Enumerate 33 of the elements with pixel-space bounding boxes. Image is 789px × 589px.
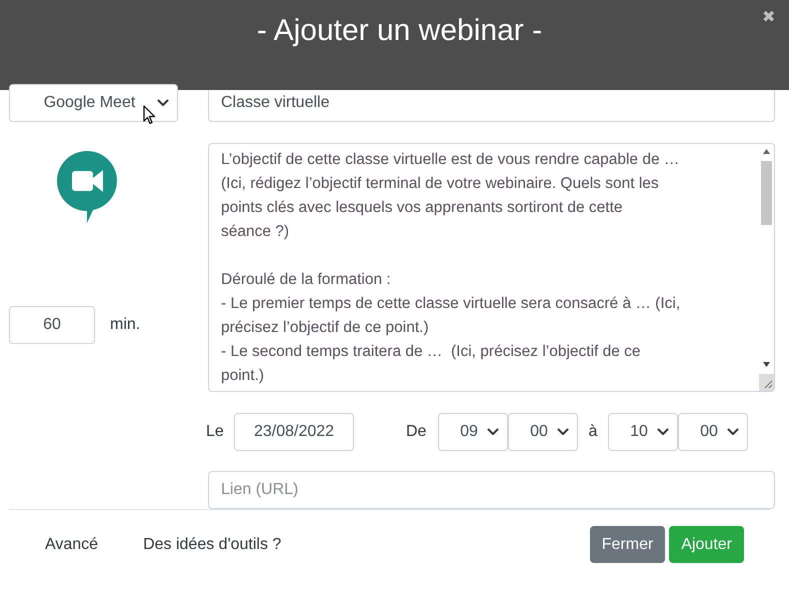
chevron-down-icon (727, 428, 739, 436)
video-camera-icon (56, 150, 118, 224)
to-label: à (588, 422, 598, 442)
minute-select[interactable]: 00 (508, 413, 578, 451)
chevron-down-icon (557, 428, 569, 436)
description-line: - Le second temps traitera de … (Ici, précisez l’objectif de ce (221, 342, 642, 362)
description-line: - Le premier temps de cette classe virtuelle sera consacré à … (Ici, (221, 294, 682, 314)
date-field[interactable]: 23/08/2022 (234, 413, 354, 451)
close-dialog-button[interactable]: Fermer (590, 526, 666, 563)
description-line: séance ?) (221, 222, 290, 242)
hour-select[interactable]: 09 (438, 413, 508, 451)
footer-link[interactable]: Des idées d'outils ? (143, 532, 282, 556)
description-line: précisez l’objectif de ce point.) (221, 318, 430, 338)
duration-unit: min. (110, 315, 140, 335)
footer-link[interactable]: Avancé (45, 532, 98, 556)
dialog-title: - Ajouter un webinar - (256, 12, 542, 48)
description-line: Déroulé de la formation : (221, 270, 392, 290)
chevron-down-icon (157, 99, 169, 107)
mouse-cursor-icon (143, 105, 156, 125)
chevron-down-icon (657, 428, 669, 436)
minute-select[interactable]: 00 (678, 413, 748, 451)
description-field[interactable] (208, 143, 775, 392)
description-line: point.) (221, 366, 266, 386)
description-line: L’objectif de cette classe virtuelle est de vous rendre capable de … (221, 150, 680, 170)
platform-select[interactable]: Google Meet (9, 84, 178, 122)
description-line: points clés avec lesquels vos apprenants sortiront de cette (221, 198, 624, 218)
chevron-down-icon (487, 428, 499, 436)
close-button[interactable]: ✖ (762, 10, 775, 26)
date-label: Le (206, 422, 225, 442)
description-line: (Ici, rédigez l’objectif terminal de votre webinaire. Quels sont les (221, 174, 660, 194)
from-label: De (406, 422, 428, 442)
duration-field[interactable]: 60 (9, 306, 95, 344)
hour-select[interactable]: 10 (608, 413, 678, 451)
